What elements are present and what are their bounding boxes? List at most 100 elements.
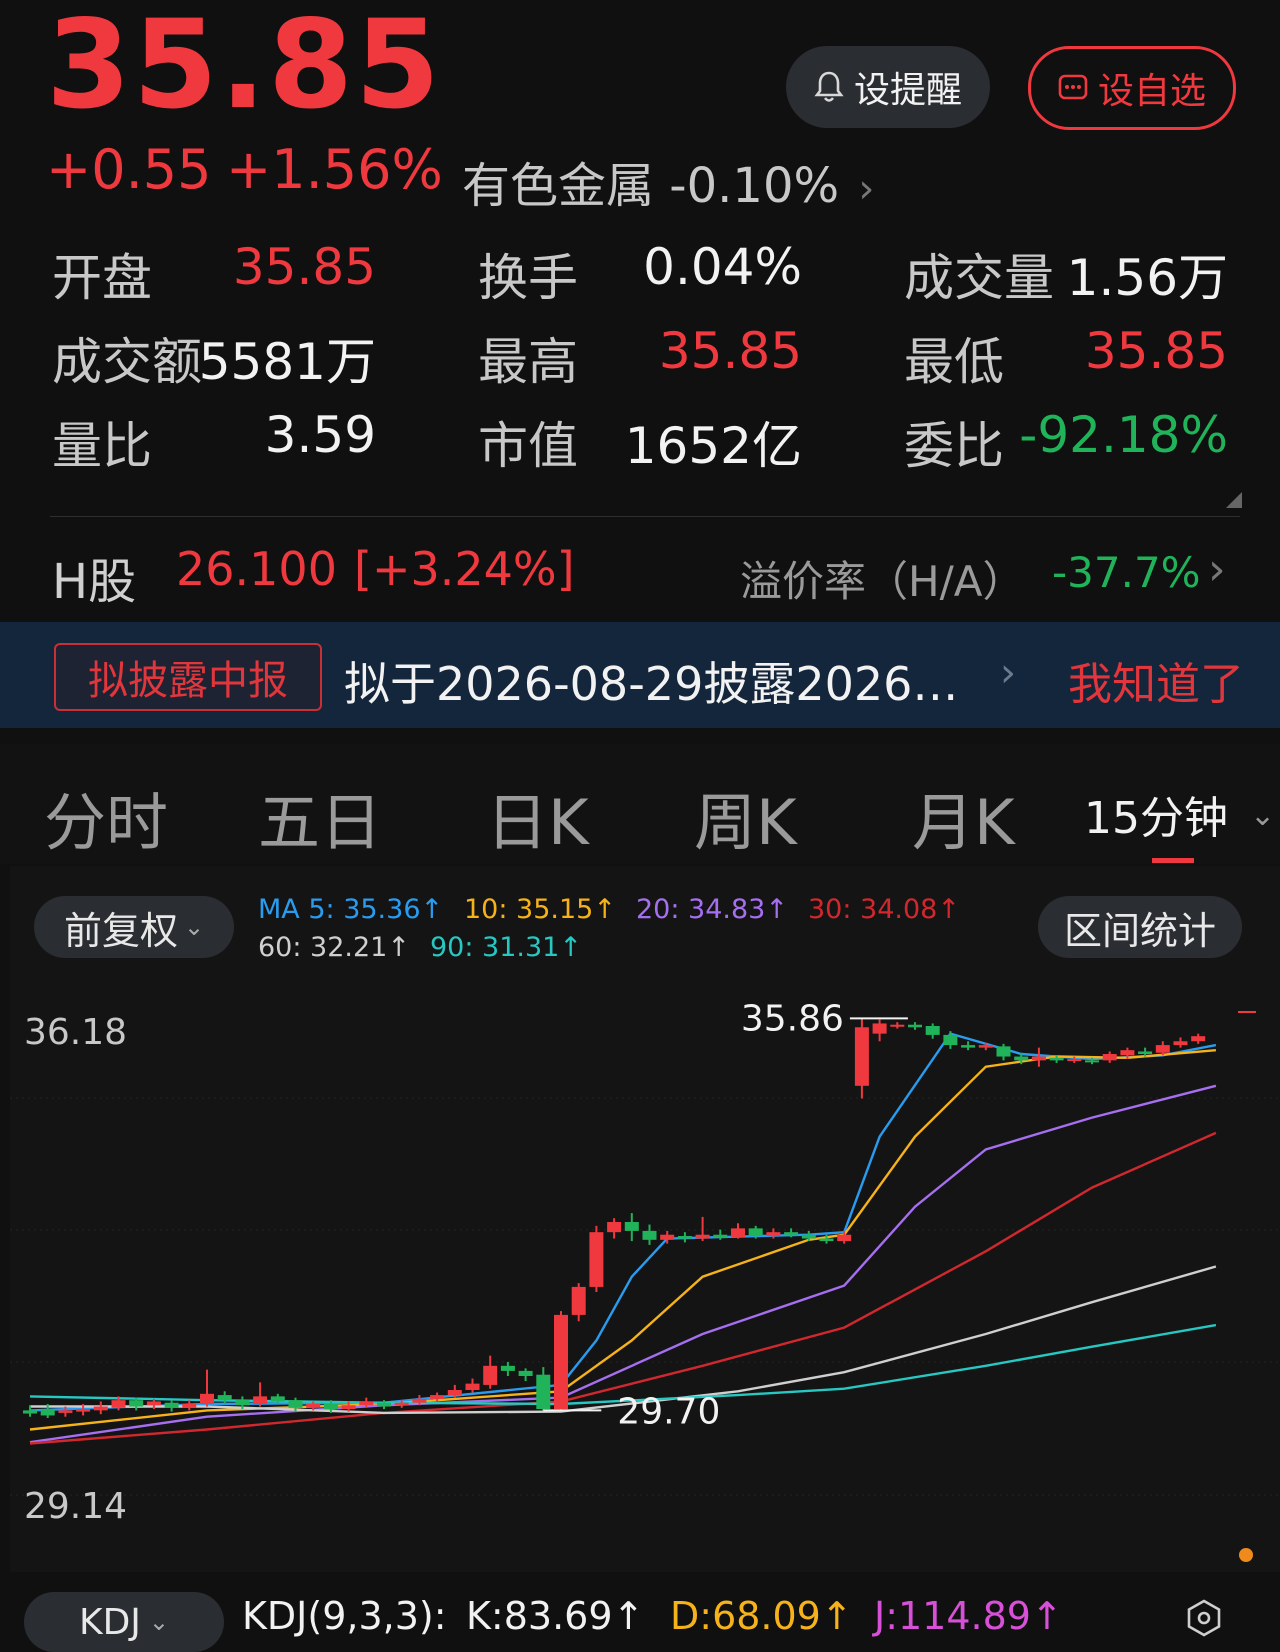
expand-corner-icon[interactable]: [1226, 492, 1242, 508]
candle: [182, 1400, 197, 1411]
candle-body: [943, 1034, 958, 1046]
notice-dismiss-button[interactable]: 我知道了: [1068, 648, 1244, 712]
tab-daily-k[interactable]: 日K: [486, 772, 589, 862]
candle-body: [500, 1365, 515, 1371]
candle-body: [961, 1045, 976, 1048]
kdj-params: KDJ(9,3,3):: [242, 1594, 447, 1638]
candle-body: [270, 1396, 285, 1402]
active-tab-indicator: [1152, 858, 1194, 863]
ma5-legend: MA 5: 35.36↑: [258, 894, 444, 925]
candle: [1191, 1033, 1206, 1044]
hshare-price: 26.100: [176, 542, 337, 596]
chat-dots-icon: [1058, 74, 1088, 100]
candle-body: [164, 1402, 179, 1408]
chevron-down-icon: ⌄: [1250, 798, 1276, 833]
tab-five-day[interactable]: 五日: [258, 772, 382, 862]
candlestick-chart[interactable]: 35.86 29.70: [0, 980, 1280, 1565]
adjust-type-dropdown[interactable]: 前复权 ⌄: [34, 896, 234, 958]
candle-body: [518, 1370, 533, 1376]
candle: [677, 1232, 692, 1243]
volume-ratio-label: 量比: [52, 417, 152, 475]
volume-ratio-value: 3.59: [264, 406, 376, 464]
candle: [253, 1382, 268, 1407]
market-cap-value: 1652亿: [624, 417, 802, 475]
candle-body: [801, 1234, 816, 1239]
candle: [660, 1230, 675, 1244]
amount-label: 成交额: [52, 333, 202, 391]
candle: [465, 1378, 480, 1393]
premium-arrow-icon[interactable]: ›: [1208, 544, 1226, 595]
candle-body: [377, 1402, 391, 1407]
sector-link[interactable]: 有色金属 -0.10% ›: [462, 146, 874, 216]
candle: [961, 1041, 976, 1051]
notice-arrow-icon[interactable]: ›: [1000, 650, 1016, 696]
candle-body: [235, 1400, 250, 1406]
candle: [518, 1368, 533, 1382]
candle-body: [483, 1365, 498, 1385]
ma20-legend: 20: 34.83↑: [636, 894, 788, 925]
candle-body: [323, 1404, 338, 1410]
candle-body: [642, 1230, 657, 1240]
notice-text[interactable]: 拟于2026-08-29披露2026…: [344, 648, 958, 714]
candle: [217, 1391, 232, 1404]
candle-body: [341, 1405, 356, 1410]
candle-body: [819, 1238, 834, 1242]
high-label: 最高: [478, 333, 578, 391]
price-change-percent: +1.56%: [226, 138, 443, 201]
candle: [642, 1224, 657, 1245]
stats-divider: [50, 516, 1240, 517]
premium-value: -37.7%: [1052, 548, 1201, 597]
y-axis-max-label: 36.18: [24, 1012, 128, 1053]
candle: [554, 1311, 568, 1411]
candle: [571, 1283, 586, 1322]
candle: [978, 1042, 993, 1051]
indicator-label: KDJ: [78, 1601, 141, 1643]
candle-body: [748, 1228, 763, 1236]
sector-change: -0.10%: [669, 158, 840, 214]
add-to-watchlist-button[interactable]: 设自选: [1028, 46, 1236, 130]
candle-body: [854, 1027, 869, 1086]
tab-monthly-k[interactable]: 月K: [912, 772, 1015, 862]
ma5-line: [29, 1032, 1217, 1412]
candle-body: [589, 1232, 604, 1287]
candle-body: [1067, 1059, 1082, 1062]
set-reminder-label: 设提醒: [853, 70, 962, 111]
ma30-legend: 30: 34.08↑: [808, 894, 960, 925]
tab-intraday[interactable]: 分时: [44, 772, 168, 862]
candle-body: [872, 1023, 887, 1034]
range-stats-button[interactable]: 区间统计: [1038, 896, 1242, 958]
open-value: 35.85: [232, 238, 376, 296]
candle: [890, 1022, 905, 1029]
open-label: 开盘: [52, 249, 152, 307]
hshare-change: [+3.24%]: [354, 542, 575, 596]
set-reminder-button[interactable]: 设提醒: [786, 46, 990, 128]
turnover-value: 0.04%: [643, 238, 802, 296]
turnover-label: 换手: [478, 249, 578, 307]
candle-body: [536, 1374, 551, 1410]
candle-body: [1049, 1057, 1064, 1061]
indicator-dropdown[interactable]: KDJ ⌄: [24, 1592, 224, 1652]
candle: [536, 1367, 551, 1411]
settings-hexagon-icon[interactable]: [1184, 1598, 1224, 1638]
candle-body: [111, 1400, 126, 1408]
candle-body: [1155, 1045, 1170, 1053]
candle-body: [554, 1314, 568, 1410]
ma10-legend: 10: 35.15↑: [464, 894, 616, 925]
candle-body: [288, 1400, 303, 1408]
candle-body: [677, 1236, 692, 1239]
add-to-watchlist-label: 设自选: [1097, 71, 1206, 112]
premium-label: 溢价率（H/A）: [740, 557, 1025, 606]
low-marker-label: 29.70: [617, 1391, 720, 1432]
candle-body: [1138, 1051, 1153, 1054]
low-value: 35.85: [1084, 322, 1228, 380]
order-ratio-value: -92.18%: [1019, 406, 1228, 464]
tab-15-minute[interactable]: 15分钟 ⌄: [1084, 782, 1275, 846]
candle-body: [713, 1234, 728, 1238]
candle-body: [253, 1396, 268, 1404]
tab-weekly-k[interactable]: 周K: [694, 772, 797, 862]
candle-body: [430, 1395, 445, 1399]
current-price: 35.85: [46, 0, 442, 136]
bell-icon: [814, 71, 844, 102]
hshare-label: H股: [52, 554, 137, 610]
candle-body: [890, 1024, 905, 1027]
